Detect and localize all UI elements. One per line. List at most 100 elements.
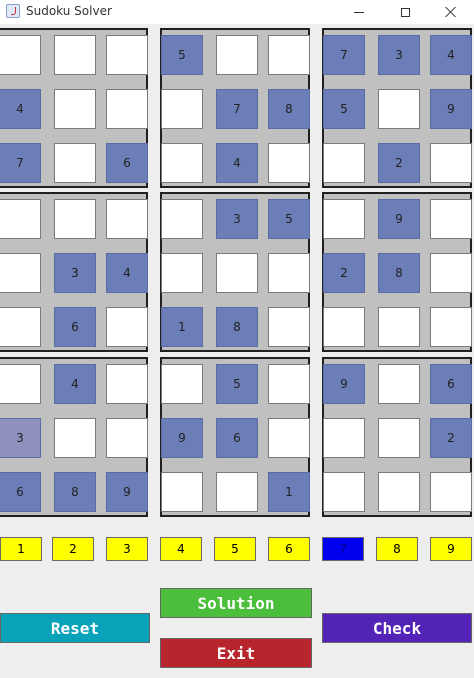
sudoku-cell-given[interactable]: 9 (161, 418, 203, 458)
sudoku-cell-empty[interactable] (106, 364, 148, 404)
number-key-9[interactable]: 9 (430, 537, 472, 561)
sudoku-cell-empty[interactable] (216, 472, 258, 512)
solution-button[interactable]: Solution (160, 588, 312, 618)
number-key-7[interactable]: 7 (322, 537, 364, 561)
sudoku-cell-empty[interactable] (0, 199, 41, 239)
sudoku-cell-empty[interactable] (323, 472, 365, 512)
sudoku-cell-empty[interactable] (268, 253, 310, 293)
sudoku-cell-empty[interactable] (323, 199, 365, 239)
sudoku-cell-given[interactable]: 4 (0, 89, 41, 129)
sudoku-cell-empty[interactable] (378, 89, 420, 129)
sudoku-cell-given[interactable]: 6 (0, 472, 41, 512)
sudoku-cell-given[interactable]: 6 (216, 418, 258, 458)
sudoku-cell-empty[interactable] (430, 199, 472, 239)
sudoku-cell-empty[interactable] (161, 89, 203, 129)
sudoku-cell-given[interactable]: 3 (216, 199, 258, 239)
sudoku-cell-empty[interactable] (323, 418, 365, 458)
sudoku-cell-given[interactable]: 2 (378, 143, 420, 183)
maximize-button[interactable] (382, 0, 428, 24)
sudoku-cell-given[interactable]: 5 (323, 89, 365, 129)
sudoku-cell-selected[interactable]: 3 (0, 418, 41, 458)
sudoku-cell-empty[interactable] (378, 307, 420, 347)
sudoku-cell-empty[interactable] (0, 364, 41, 404)
sudoku-cell-empty[interactable] (268, 307, 310, 347)
sudoku-cell-empty[interactable] (106, 199, 148, 239)
sudoku-cell-empty[interactable] (268, 418, 310, 458)
sudoku-cell-empty[interactable] (161, 364, 203, 404)
sudoku-cell-given[interactable]: 8 (216, 307, 258, 347)
sudoku-cell-given[interactable]: 8 (268, 89, 310, 129)
sudoku-cell-empty[interactable] (106, 418, 148, 458)
sudoku-cell-empty[interactable] (106, 307, 148, 347)
sudoku-cell-empty[interactable] (268, 35, 310, 75)
sudoku-cell-empty[interactable] (430, 307, 472, 347)
sudoku-cell-given[interactable]: 2 (323, 253, 365, 293)
sudoku-cell-empty[interactable] (430, 143, 472, 183)
sudoku-cell-given[interactable]: 6 (430, 364, 472, 404)
sudoku-cell-empty[interactable] (54, 199, 96, 239)
sudoku-cell-empty[interactable] (216, 35, 258, 75)
sudoku-cell-given[interactable]: 4 (54, 364, 96, 404)
sudoku-cell-given[interactable]: 3 (378, 35, 420, 75)
sudoku-cell-given[interactable]: 7 (323, 35, 365, 75)
number-key-6[interactable]: 6 (268, 537, 310, 561)
sudoku-cell-empty[interactable] (0, 253, 41, 293)
sudoku-cell-given[interactable]: 9 (430, 89, 472, 129)
sudoku-cell-given[interactable]: 7 (216, 89, 258, 129)
sudoku-cell-given[interactable]: 5 (216, 364, 258, 404)
sudoku-cell-given[interactable]: 6 (106, 143, 148, 183)
number-key-3[interactable]: 3 (106, 537, 148, 561)
sudoku-cell-empty[interactable] (54, 35, 96, 75)
sudoku-cell-empty[interactable] (161, 253, 203, 293)
sudoku-block: 928 (322, 192, 472, 352)
sudoku-cell-empty[interactable] (106, 89, 148, 129)
minimize-button[interactable] (336, 0, 382, 24)
sudoku-cell-empty[interactable] (323, 143, 365, 183)
sudoku-cell-given[interactable]: 6 (54, 307, 96, 347)
sudoku-cell-empty[interactable] (378, 472, 420, 512)
sudoku-cell-given[interactable]: 4 (106, 253, 148, 293)
sudoku-cell-given[interactable]: 4 (430, 35, 472, 75)
sudoku-cell-given[interactable]: 9 (106, 472, 148, 512)
sudoku-cell-empty[interactable] (106, 35, 148, 75)
sudoku-cell-empty[interactable] (216, 253, 258, 293)
sudoku-cell-given[interactable]: 5 (161, 35, 203, 75)
sudoku-cell-empty[interactable] (430, 472, 472, 512)
sudoku-cell-given[interactable]: 9 (323, 364, 365, 404)
sudoku-cell-given[interactable]: 1 (161, 307, 203, 347)
sudoku-cell-given[interactable]: 8 (54, 472, 96, 512)
sudoku-cell-empty[interactable] (323, 307, 365, 347)
sudoku-cell-empty[interactable] (268, 143, 310, 183)
sudoku-cell-empty[interactable] (161, 143, 203, 183)
sudoku-cell-given[interactable]: 3 (54, 253, 96, 293)
title-bar: Sudoku Solver (0, 0, 474, 24)
sudoku-cell-empty[interactable] (378, 418, 420, 458)
number-key-8[interactable]: 8 (376, 537, 418, 561)
number-key-4[interactable]: 4 (160, 537, 202, 561)
sudoku-cell-empty[interactable] (54, 89, 96, 129)
sudoku-cell-given[interactable]: 5 (268, 199, 310, 239)
sudoku-cell-given[interactable]: 9 (378, 199, 420, 239)
number-key-2[interactable]: 2 (52, 537, 94, 561)
sudoku-cell-given[interactable]: 2 (430, 418, 472, 458)
reset-button[interactable]: Reset (0, 613, 150, 643)
sudoku-cell-empty[interactable] (0, 35, 41, 75)
sudoku-cell-given[interactable]: 4 (216, 143, 258, 183)
sudoku-cell-empty[interactable] (430, 253, 472, 293)
sudoku-block: 4 7 6 (0, 28, 148, 188)
sudoku-cell-given[interactable]: 7 (0, 143, 41, 183)
sudoku-cell-empty[interactable] (54, 143, 96, 183)
sudoku-cell-given[interactable]: 8 (378, 253, 420, 293)
sudoku-cell-empty[interactable] (161, 199, 203, 239)
sudoku-cell-empty[interactable] (54, 418, 96, 458)
number-key-5[interactable]: 5 (214, 537, 256, 561)
sudoku-cell-empty[interactable] (161, 472, 203, 512)
exit-button[interactable]: Exit (160, 638, 312, 668)
number-key-1[interactable]: 1 (0, 537, 42, 561)
sudoku-cell-empty[interactable] (0, 307, 41, 347)
sudoku-cell-given[interactable]: 1 (268, 472, 310, 512)
close-button[interactable] (428, 0, 474, 24)
sudoku-cell-empty[interactable] (378, 364, 420, 404)
check-button[interactable]: Check (322, 613, 472, 643)
sudoku-cell-empty[interactable] (268, 364, 310, 404)
